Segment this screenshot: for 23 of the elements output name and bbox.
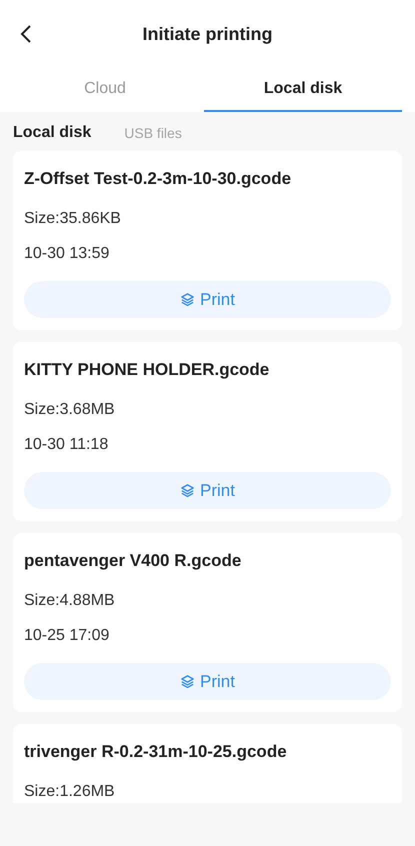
print-button[interactable]: Print (24, 472, 391, 509)
file-name: pentavenger V400 R.gcode (24, 551, 242, 571)
file-size: Size:3.68MB (24, 400, 116, 420)
back-icon (20, 24, 32, 44)
tab[interactable]: Cloud (6, 68, 204, 112)
source-tab[interactable]: USB files (124, 125, 182, 141)
source-tab[interactable]: Local disk (13, 124, 92, 142)
layers-icon (180, 674, 196, 689)
file-date: 10-25 17:09 (24, 626, 110, 646)
layers-icon (180, 292, 196, 307)
file-date: 10-30 13:59 (24, 244, 110, 264)
layers-icon (180, 483, 196, 498)
print-button[interactable]: Print (24, 281, 391, 318)
page-title: Initiate printing (142, 24, 272, 44)
tab[interactable]: Local disk (204, 68, 402, 112)
file-size: Size:35.86KB (24, 209, 122, 229)
file-size: Size:4.88MB (24, 591, 116, 611)
file-date: 10-30 11:18 (24, 435, 110, 455)
file-name: Z-Offset Test-0.2-3m-10-30.gcode (24, 169, 292, 189)
file-name: KITTY PHONE HOLDER.gcode (24, 360, 270, 380)
file-name: trivenger R-0.2-31m-10-25.gcode (24, 742, 288, 762)
print-button[interactable]: Print (24, 663, 391, 700)
file-size: Size:1.26MB (24, 782, 116, 802)
